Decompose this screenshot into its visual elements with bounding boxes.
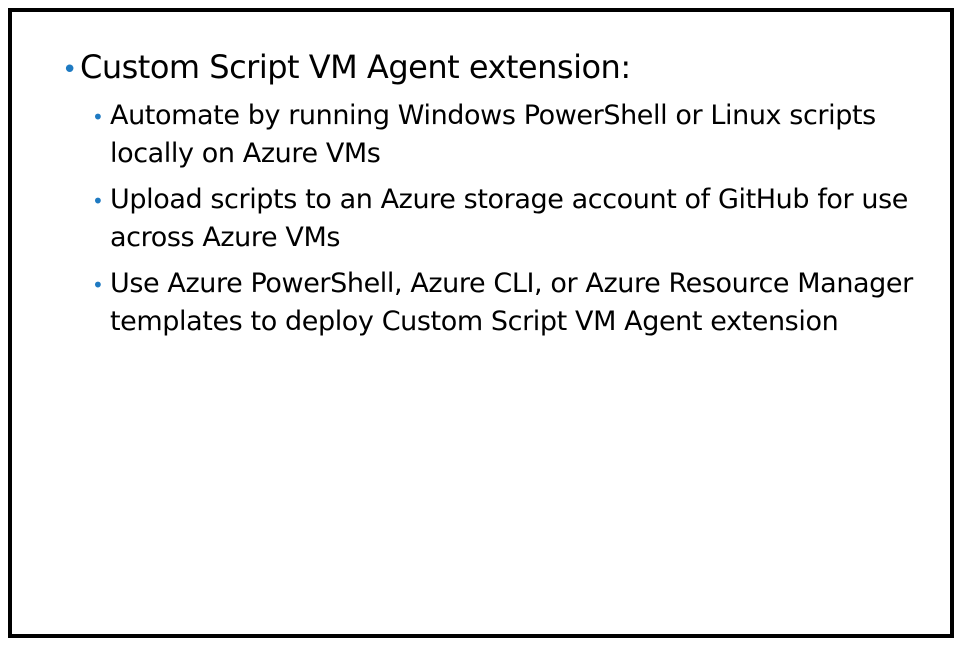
slide-content: • Custom Script VM Agent extension: • Au… (62, 48, 922, 349)
bullet-dot-icon: • (92, 189, 104, 213)
sub-bullet-text: Automate by running Windows PowerShell o… (110, 100, 876, 169)
heading-text: Custom Script VM Agent extension: (80, 48, 631, 86)
sub-bullet-text: Upload scripts to an Azure storage accou… (110, 184, 909, 253)
slide-frame: • Custom Script VM Agent extension: • Au… (8, 8, 954, 638)
heading-bullet-item: • Custom Script VM Agent extension: (62, 48, 922, 89)
sub-bullet-item: • Automate by running Windows PowerShell… (92, 97, 922, 173)
sub-bullet-text: Use Azure PowerShell, Azure CLI, or Azur… (110, 268, 913, 337)
bullet-dot-icon: • (92, 105, 104, 129)
bullet-dot-icon: • (62, 55, 77, 85)
bullet-dot-icon: • (92, 273, 104, 297)
sub-bullet-item: • Use Azure PowerShell, Azure CLI, or Az… (92, 265, 922, 341)
sub-bullet-list: • Automate by running Windows PowerShell… (92, 97, 922, 341)
sub-bullet-item: • Upload scripts to an Azure storage acc… (92, 181, 922, 257)
